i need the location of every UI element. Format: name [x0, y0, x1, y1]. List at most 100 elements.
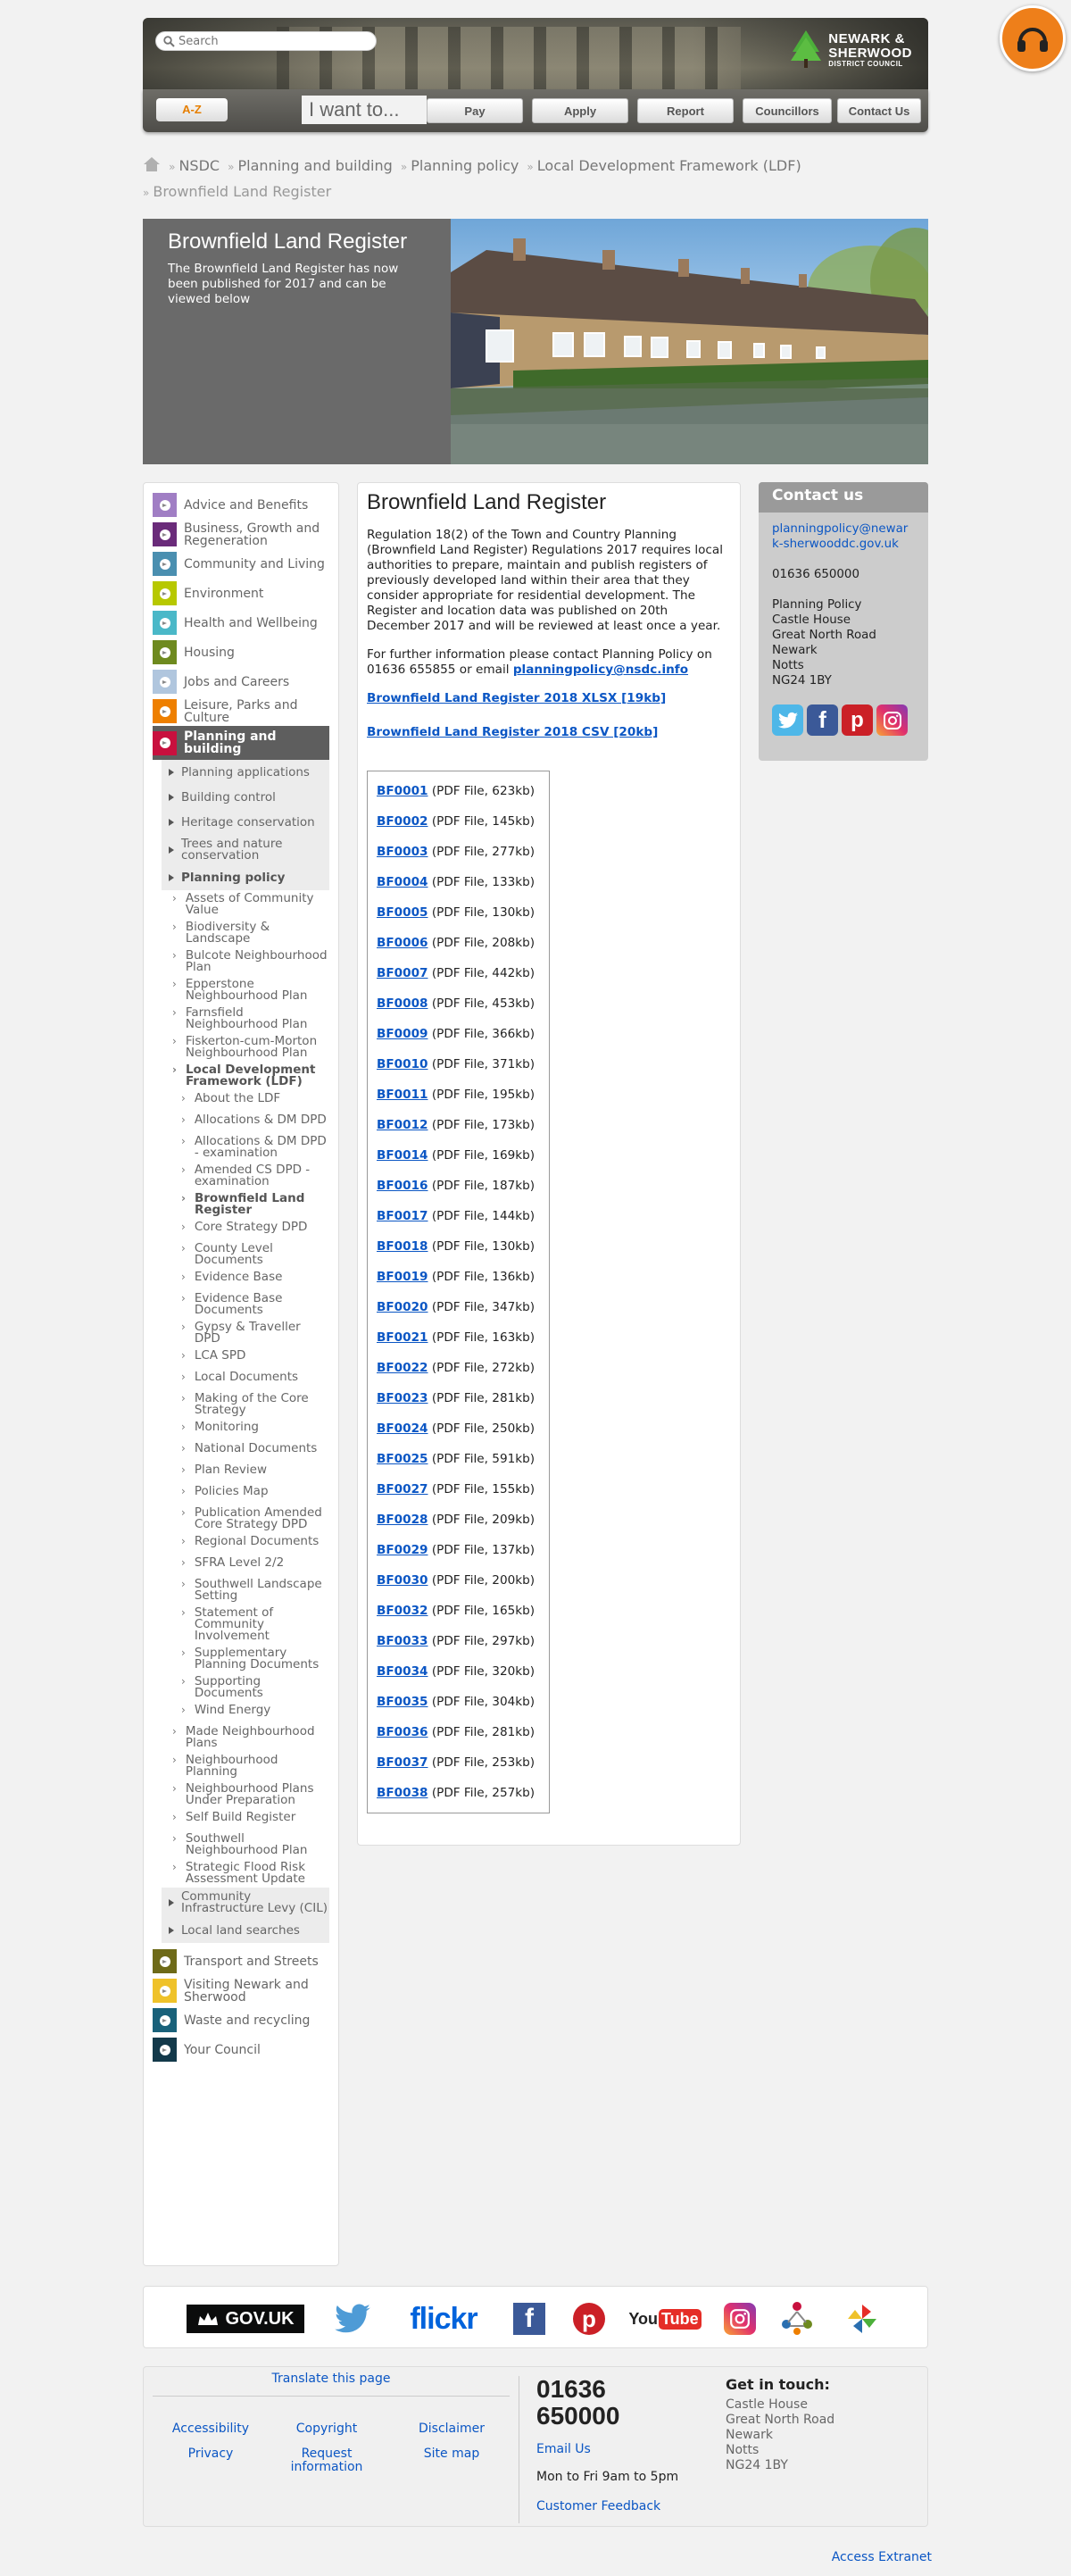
sidebar-subitem-making-of-the-core-strategy[interactable]: › Making of the Core Strategy: [179, 1390, 329, 1419]
sidebar-item-health-and-wellbeing[interactable]: Health and Wellbeing: [153, 608, 329, 638]
sidebar-subitem-sfra-level-2-2[interactable]: › SFRA Level 2/2: [179, 1555, 329, 1576]
sidebar-subitem-assets-of-community-value[interactable]: › Assets of Community Value: [170, 890, 329, 919]
pinwheel-logo-icon[interactable]: [844, 2305, 880, 2333]
home-icon[interactable]: [143, 156, 161, 172]
pinterest-icon[interactable]: p: [842, 704, 873, 736]
file-link[interactable]: BF0038: [377, 1786, 428, 1800]
sidebar-subitem-southwell-neighbourhood-plan[interactable]: › Southwell Neighbourhood Plan: [170, 1830, 329, 1859]
file-link[interactable]: BF0027: [377, 1482, 428, 1496]
sidebar-subitem-fiskerton-cum-morton-neighbourhood-plan[interactable]: › Fiskerton-cum-Morton Neighbourhood Plan: [170, 1033, 329, 1062]
nav-report[interactable]: Report: [637, 98, 734, 123]
file-link[interactable]: BF0018: [377, 1239, 428, 1254]
file-link[interactable]: BF0010: [377, 1057, 428, 1071]
file-link[interactable]: BF0032: [377, 1604, 428, 1618]
sidebar-subitem-statement-of-community-involvement[interactable]: › Statement of Community Involvement: [179, 1605, 329, 1645]
flickr-logo[interactable]: flickr: [399, 2302, 488, 2336]
file-link[interactable]: BF0035: [377, 1695, 428, 1709]
headset-help-button[interactable]: [1000, 5, 1066, 71]
sidebar-item-housing[interactable]: Housing: [153, 638, 329, 667]
sidebar-item-leisure-parks-and-culture[interactable]: Leisure, Parks and Culture: [153, 696, 329, 726]
email-link[interactable]: planningpolicy@nsdc.info: [513, 663, 688, 677]
facebook-icon[interactable]: f: [807, 704, 838, 736]
az-button[interactable]: A-Z: [156, 98, 228, 121]
file-link[interactable]: BF0024: [377, 1421, 428, 1436]
sidebar-subitem-farnsfield-neighbourhood-plan[interactable]: › Farnsfield Neighbourhood Plan: [170, 1005, 329, 1033]
file-link[interactable]: BF0028: [377, 1513, 428, 1527]
translate-link[interactable]: Translate this page: [144, 2372, 519, 2386]
search-box[interactable]: [155, 31, 377, 51]
sidebar-subitem-planning-policy[interactable]: Planning policy: [162, 865, 329, 890]
sidebar-subitem-neighbourhood-plans-under-preparation[interactable]: › Neighbourhood Plans Under Preparation: [170, 1780, 329, 1809]
sidebar-subitem-gypsy-traveller-dpd[interactable]: › Gypsy & Traveller DPD: [179, 1319, 329, 1347]
sidebar-item-community-and-living[interactable]: Community and Living: [153, 549, 329, 579]
sidebar-subitem-plan-review[interactable]: › Plan Review: [179, 1462, 329, 1483]
footer-accessibility-link[interactable]: Accessibility: [162, 2422, 260, 2436]
instagram-logo-icon[interactable]: [724, 2303, 756, 2335]
file-link[interactable]: BF0033: [377, 1634, 428, 1648]
nav-councillors[interactable]: Councillors: [743, 98, 832, 123]
sidebar-subitem-made-neighbourhood-plans[interactable]: › Made Neighbourhood Plans: [170, 1723, 329, 1752]
instagram-icon[interactable]: [876, 704, 908, 736]
twitter-logo-icon[interactable]: [331, 2304, 374, 2333]
sidebar-subitem-epperstone-neighbourhood-plan[interactable]: › Epperstone Neighbourhood Plan: [170, 976, 329, 1005]
sidebar-subitem-about-the-ldf[interactable]: › About the LDF: [179, 1090, 329, 1112]
file-link[interactable]: BF0030: [377, 1573, 428, 1588]
sidebar-subitem-allocations-dm-dpd-examination[interactable]: › Allocations & DM DPD - examination: [179, 1133, 329, 1162]
sidebar-item-advice-and-benefits[interactable]: Advice and Benefits: [153, 490, 329, 520]
file-link[interactable]: BF0004: [377, 875, 428, 889]
sidebar-subitem-policies-map[interactable]: › Policies Map: [179, 1483, 329, 1505]
footer-sitemap-link[interactable]: Site map: [403, 2447, 501, 2461]
sidebar-subitem-regional-documents[interactable]: › Regional Documents: [179, 1533, 329, 1555]
file-link[interactable]: BF0009: [377, 1027, 428, 1041]
file-link[interactable]: BF0025: [377, 1452, 428, 1466]
file-link[interactable]: BF0007: [377, 966, 428, 980]
sidebar-subitem-bulcote-neighbourhood-plan[interactable]: › Bulcote Neighbourhood Plan: [170, 947, 329, 976]
sidebar-subitem-evidence-base[interactable]: › Evidence Base: [179, 1269, 329, 1290]
access-extranet-link[interactable]: Access Extranet: [832, 2550, 932, 2564]
sidebar-subitem-monitoring[interactable]: › Monitoring: [179, 1419, 329, 1440]
sidebar-item-jobs-and-careers[interactable]: Jobs and Careers: [153, 667, 329, 696]
sidebar-item-transport-and-streets[interactable]: Transport and Streets: [153, 1947, 329, 1976]
nav-pay[interactable]: Pay: [427, 98, 523, 123]
file-link[interactable]: BF0017: [377, 1209, 428, 1223]
breadcrumb-planning-policy[interactable]: Planning policy: [411, 157, 519, 174]
csv-download-link[interactable]: Brownfield Land Register 2018 CSV [20kb]: [367, 725, 731, 739]
council-logo[interactable]: NEWARK & SHERWOOD DISTRICT COUNCIL: [789, 27, 912, 73]
youtube-logo[interactable]: You Tube: [628, 2305, 702, 2333]
file-link[interactable]: BF0016: [377, 1179, 428, 1193]
sidebar-subitem-brownfield-land-register[interactable]: › Brownfield Land Register: [179, 1190, 329, 1219]
partner-logo-icon[interactable]: [779, 2299, 815, 2337]
file-link[interactable]: BF0008: [377, 996, 428, 1011]
sidebar-subitem-lca-spd[interactable]: › LCA SPD: [179, 1347, 329, 1369]
file-link[interactable]: BF0012: [377, 1118, 428, 1132]
sidebar-subitem-allocations-dm-dpd[interactable]: › Allocations & DM DPD: [179, 1112, 329, 1133]
file-link[interactable]: BF0037: [377, 1755, 428, 1770]
footer-feedback-link[interactable]: Customer Feedback: [536, 2500, 660, 2513]
file-link[interactable]: BF0029: [377, 1543, 428, 1557]
sidebar-subitem-county-level-documents[interactable]: › County Level Documents: [179, 1240, 329, 1269]
sidebar-subitem-trees-and-nature-conservation[interactable]: Trees and nature conservation: [162, 835, 329, 865]
footer-privacy-link[interactable]: Privacy: [162, 2447, 260, 2461]
sidebar-subitem-self-build-register[interactable]: › Self Build Register: [170, 1809, 329, 1830]
sidebar-subitem-planning-applications[interactable]: Planning applications: [162, 760, 329, 785]
sidebar-subitem-biodiversity-landscape[interactable]: › Biodiversity & Landscape: [170, 919, 329, 947]
sidebar-subitem-supporting-documents[interactable]: › Supporting Documents: [179, 1673, 329, 1702]
file-link[interactable]: BF0002: [377, 814, 428, 829]
file-link[interactable]: BF0034: [377, 1664, 428, 1679]
sidebar-subitem-heritage-conservation[interactable]: Heritage conservation: [162, 810, 329, 835]
search-input[interactable]: [178, 34, 357, 48]
govuk-logo[interactable]: GOV.UK: [187, 2305, 304, 2333]
sidebar-subitem-local-land-searches[interactable]: Local land searches: [162, 1918, 329, 1943]
sidebar-subitem-wind-energy[interactable]: › Wind Energy: [179, 1702, 329, 1723]
file-link[interactable]: BF0036: [377, 1725, 428, 1739]
nav-apply[interactable]: Apply: [532, 98, 628, 123]
breadcrumb-planning-building[interactable]: Planning and building: [238, 157, 393, 174]
sidebar-subitem-neighbourhood-planning[interactable]: › Neighbourhood Planning: [170, 1752, 329, 1780]
xlsx-download-link[interactable]: Brownfield Land Register 2018 XLSX [19kb…: [367, 691, 731, 705]
sidebar-item-visiting-newark-and-sherwood[interactable]: Visiting Newark and Sherwood: [153, 1976, 329, 2005]
nav-contact-us[interactable]: Contact Us: [837, 98, 921, 123]
breadcrumb-ldf[interactable]: Local Development Framework (LDF): [537, 157, 801, 174]
file-link[interactable]: BF0014: [377, 1148, 428, 1163]
sidebar-subitem-publication-amended-core-strategy-dpd[interactable]: › Publication Amended Core Strategy DPD: [179, 1505, 329, 1533]
facebook-logo-icon[interactable]: f: [513, 2303, 545, 2335]
